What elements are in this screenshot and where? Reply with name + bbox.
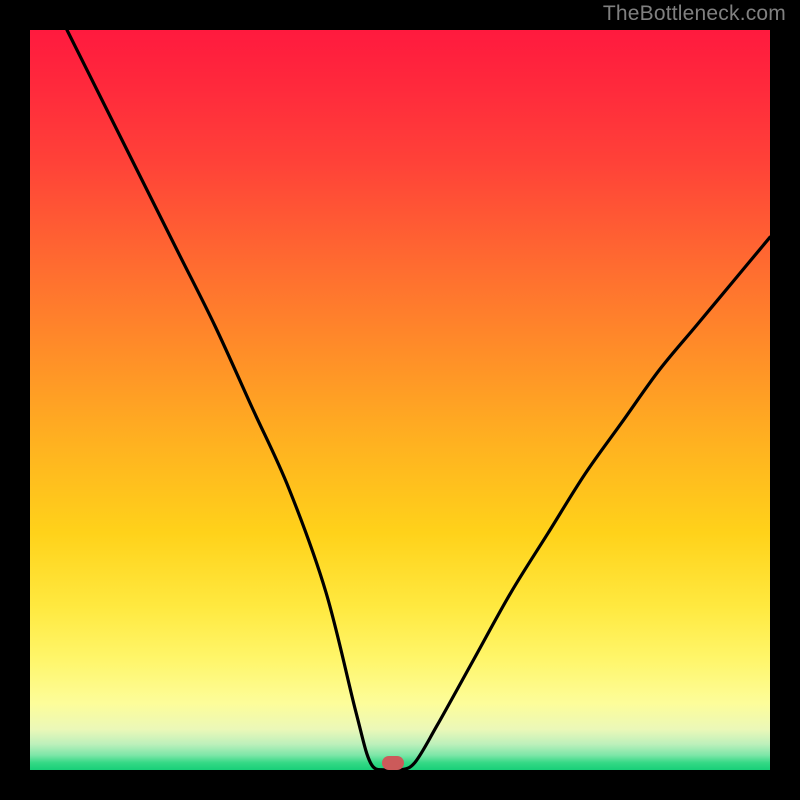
chart-frame: TheBottleneck.com xyxy=(0,0,800,800)
bottleneck-curve xyxy=(30,30,770,770)
plot-area xyxy=(30,30,770,770)
watermark-text: TheBottleneck.com xyxy=(603,2,786,26)
optimal-point-marker xyxy=(382,756,404,770)
